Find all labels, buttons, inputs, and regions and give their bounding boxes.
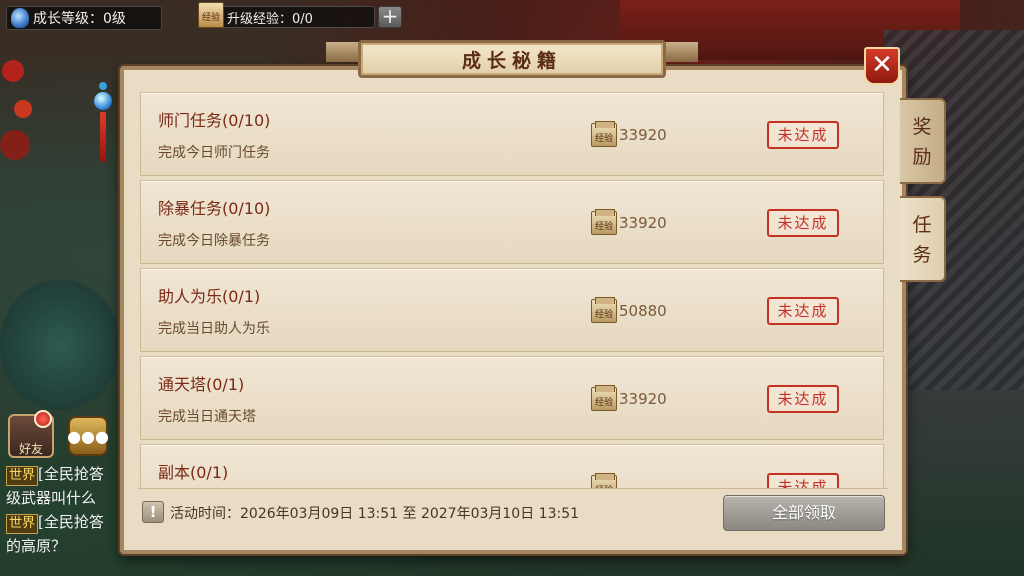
- chat-text: [全民抢答: [38, 513, 104, 531]
- exp-book-icon: 经验: [591, 297, 617, 323]
- task-row: 通天塔(0/1) 完成当日通天塔 经验 33920 未达成: [140, 356, 884, 440]
- pond: [0, 280, 120, 410]
- claim-all-button[interactable]: 全部领取: [723, 495, 885, 531]
- task-reward: 经验 33920: [591, 385, 667, 411]
- world-chat-log[interactable]: 世界 [全民抢答 级武器叫什么 世界 [全民抢答 的高原？: [6, 462, 126, 558]
- task-title: 师门任务(0/10): [158, 111, 271, 130]
- task-description: 完成今日除暴任务: [158, 233, 270, 249]
- task-reward: 经验 33920: [591, 121, 667, 147]
- activity-time: 活动时间：2026年03月09日 13:51 至 2027年03月10日 13:…: [170, 506, 580, 522]
- reward-amount: 33920: [619, 390, 667, 408]
- task-title: 副本(0/1): [158, 463, 229, 482]
- flower: [14, 100, 32, 118]
- potion-icon: [11, 8, 29, 28]
- tab-rewards[interactable]: 奖励: [900, 98, 946, 184]
- task-title: 通天塔(0/1): [158, 375, 245, 394]
- chat-text: [全民抢答: [38, 465, 104, 483]
- growth-level-display: 成长等级：0级: [6, 6, 162, 30]
- exp-book-icon: 经验: [198, 2, 224, 28]
- chat-line: 的高原？: [6, 534, 126, 558]
- reward-amount: 33920: [619, 214, 667, 232]
- chat-bubble-icon: ●●●: [67, 426, 109, 446]
- info-icon[interactable]: !: [142, 501, 164, 523]
- status-stamp: 未达成: [767, 209, 839, 237]
- tab-rewards-label: 奖励: [912, 116, 932, 168]
- exp-book-icon: 经验: [591, 385, 617, 411]
- upgrade-exp-label: 升级经验：0/0: [227, 11, 313, 27]
- tab-tasks[interactable]: 任务: [900, 196, 946, 282]
- chat-text: 的高原？: [6, 537, 67, 555]
- flower: [0, 130, 30, 160]
- status-stamp: 未达成: [767, 385, 839, 413]
- flower: [2, 60, 24, 82]
- reward-amount: 50880: [619, 302, 667, 320]
- chat-line: 世界 [全民抢答: [6, 510, 126, 534]
- exp-book-icon: 经验: [591, 209, 617, 235]
- title-ornament-right: [664, 42, 698, 62]
- gourd-ornament-icon[interactable]: [93, 82, 113, 178]
- task-reward: 经验 50880: [591, 297, 667, 323]
- chat-line: 级武器叫什么: [6, 486, 126, 510]
- task-description: 完成今日师门任务: [158, 145, 270, 161]
- close-button[interactable]: ✕: [864, 47, 900, 85]
- tab-tasks-label: 任务: [912, 214, 932, 266]
- panel-title: 成长秘籍: [358, 40, 666, 78]
- add-exp-button[interactable]: +: [378, 6, 402, 28]
- task-title: 除暴任务(0/10): [158, 199, 271, 218]
- status-stamp: 未达成: [767, 121, 839, 149]
- growth-level-label: 成长等级：0级: [33, 11, 126, 27]
- task-title: 助人为乐(0/1): [158, 287, 261, 306]
- chat-line: 世界 [全民抢答: [6, 462, 126, 486]
- task-row: 助人为乐(0/1) 完成当日助人为乐 经验 50880 未达成: [140, 268, 884, 352]
- task-description: 完成当日助人为乐: [158, 321, 270, 337]
- notification-dot-icon: [34, 410, 52, 428]
- reward-amount: 33920: [619, 126, 667, 144]
- task-description: 完成当日通天塔: [158, 409, 256, 425]
- task-reward: 经验 33920: [591, 209, 667, 235]
- chat-text: 级武器叫什么: [6, 489, 97, 507]
- status-stamp: 未达成: [767, 297, 839, 325]
- chat-channel-badge: 世界: [6, 466, 39, 486]
- chat-button[interactable]: ●●●: [67, 416, 109, 456]
- title-ornament-left: [326, 42, 360, 62]
- task-row: 除暴任务(0/10) 完成今日除暴任务 经验 33920 未达成: [140, 180, 884, 264]
- task-row: 师门任务(0/10) 完成今日师门任务 经验 33920 未达成: [140, 92, 884, 176]
- upgrade-exp-display: 升级经验：0/0: [200, 6, 375, 28]
- chat-channel-badge: 世界: [6, 514, 39, 534]
- exp-book-icon: 经验: [591, 121, 617, 147]
